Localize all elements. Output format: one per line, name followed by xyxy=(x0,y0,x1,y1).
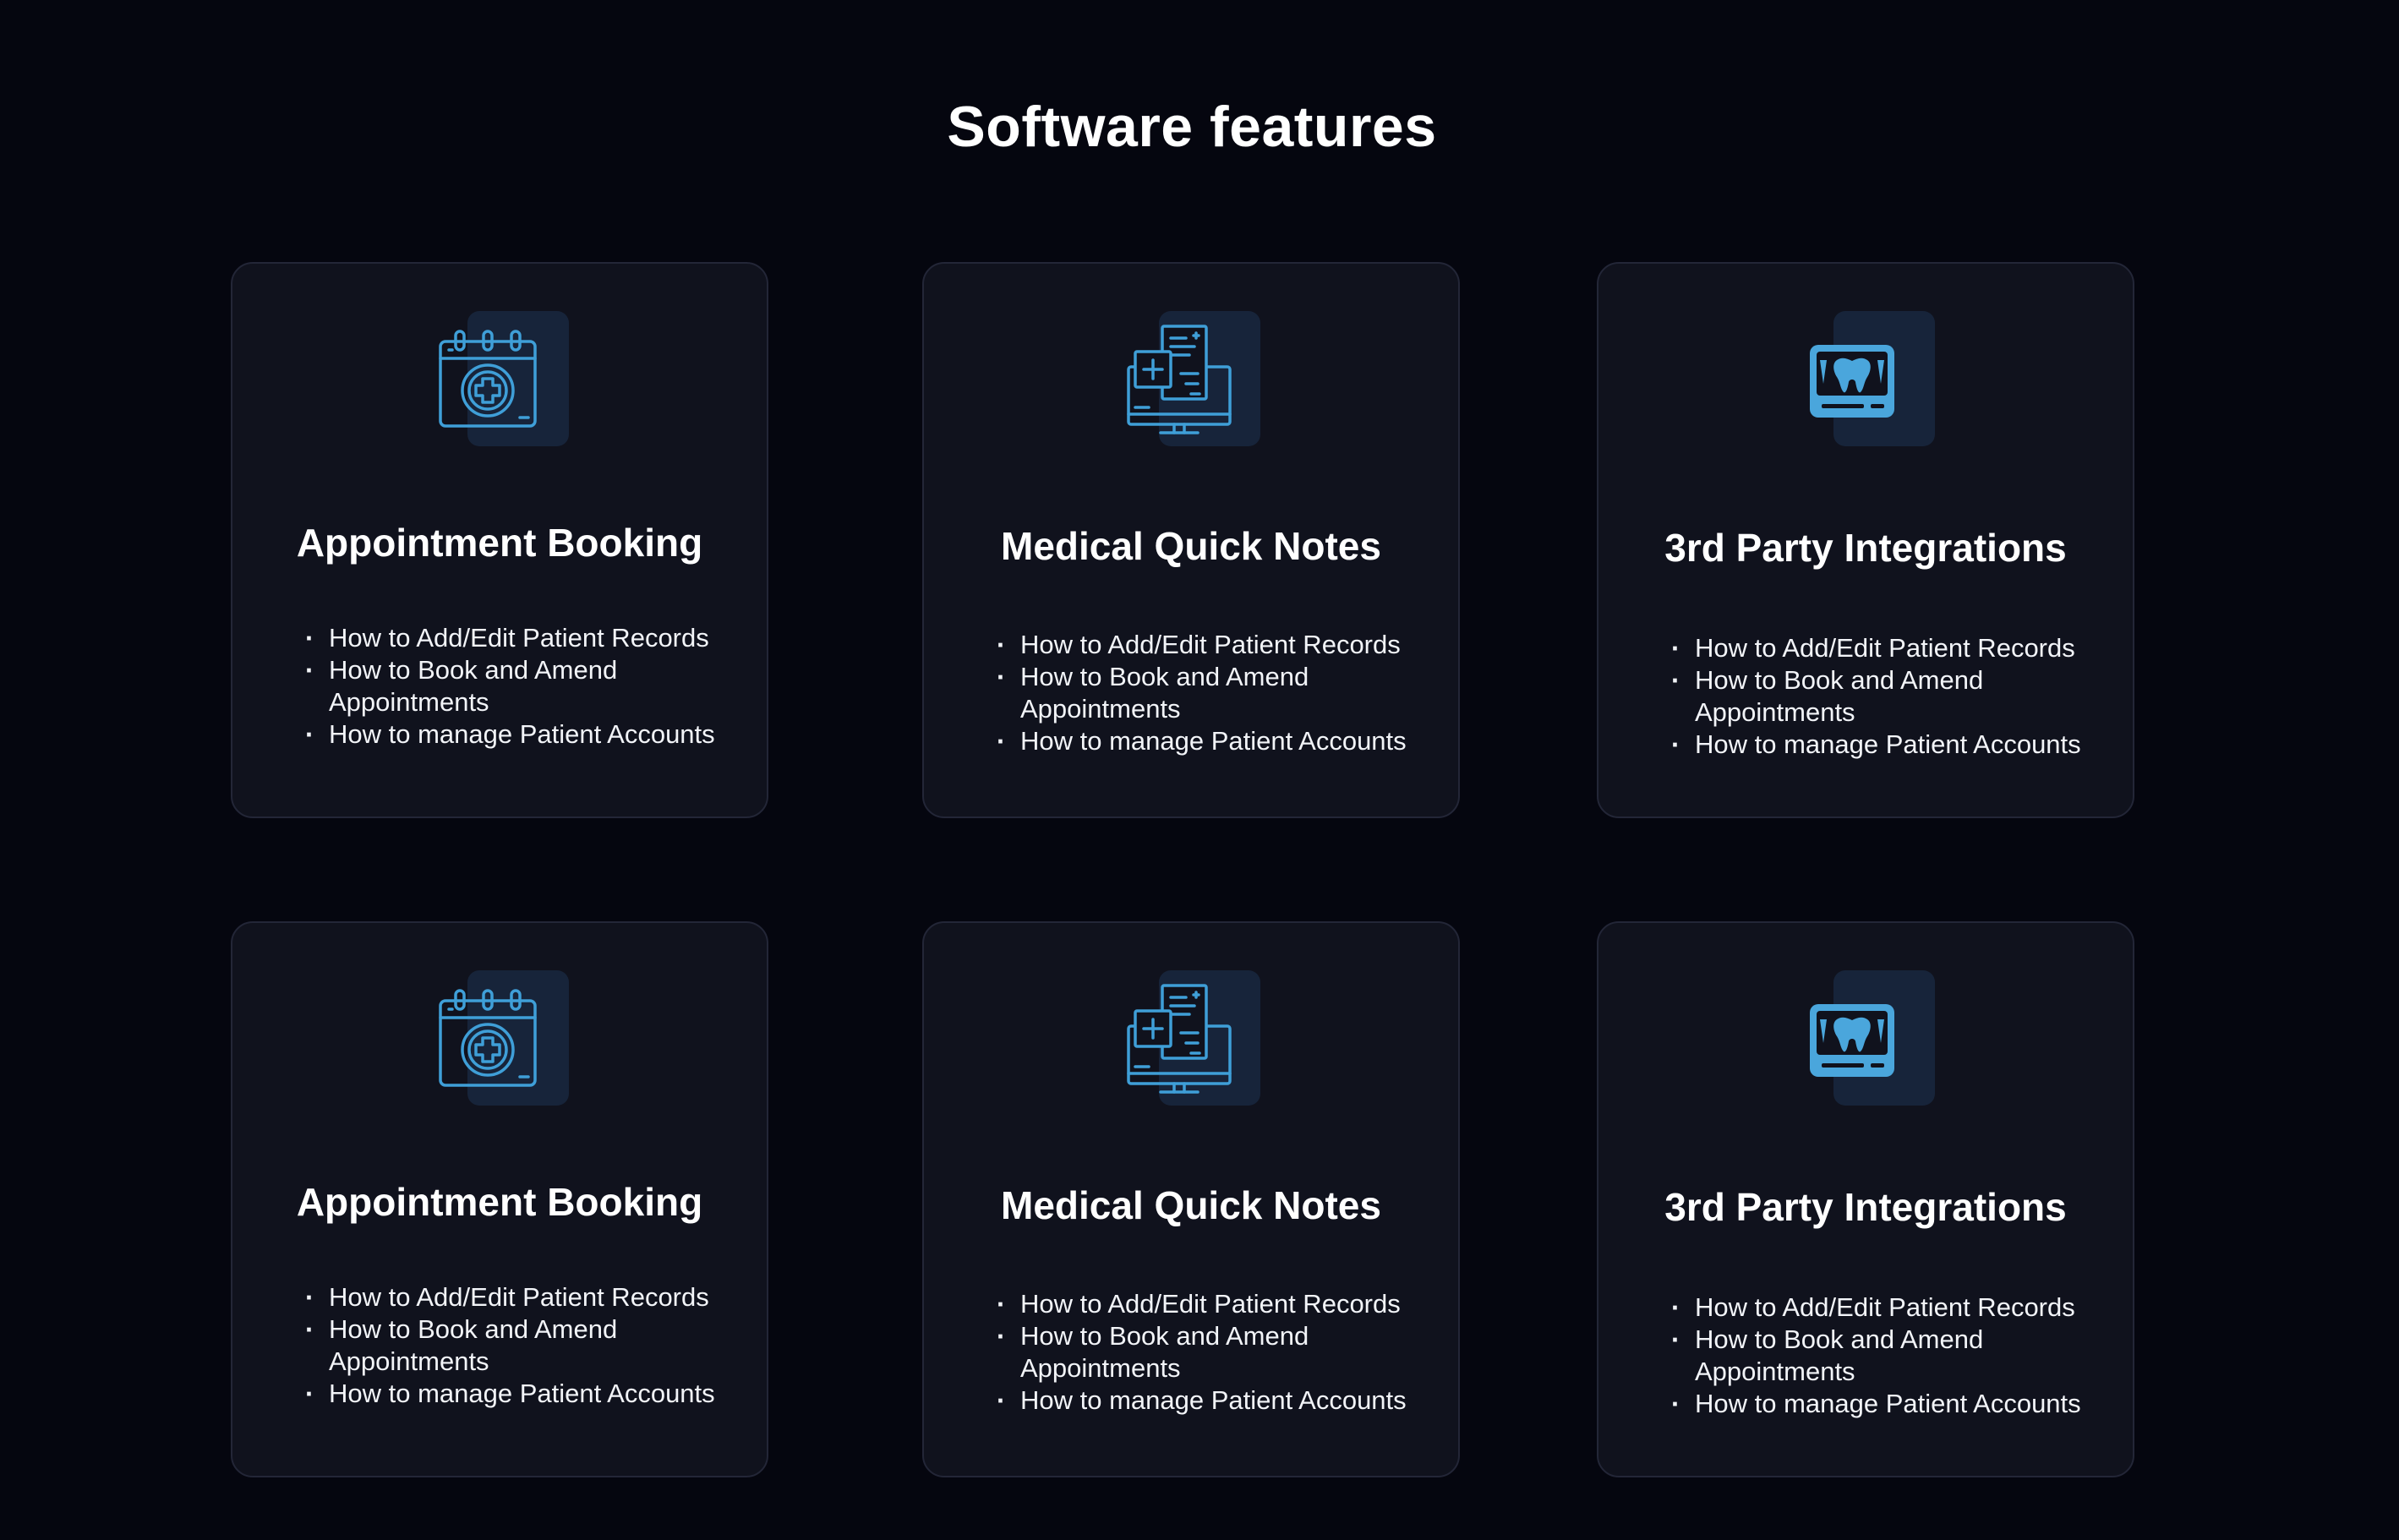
feature-list: How to Add/Edit Patient Records How to B… xyxy=(997,1288,1436,1417)
card-title: Appointment Booking xyxy=(296,1180,703,1224)
list-item: How to manage Patient Accounts xyxy=(305,1378,745,1410)
card-icon-container xyxy=(432,970,571,1109)
list-item: How to Book and Amend Appointments xyxy=(1671,664,2111,729)
medical-notes-monitor-icon xyxy=(1127,325,1232,434)
feature-card-3rd-party-integrations[interactable]: 3rd Party Integrations How to Add/Edit P… xyxy=(1597,921,2134,1477)
list-item: How to Book and Amend Appointments xyxy=(1671,1324,2111,1388)
feature-card-medical-quick-notes[interactable]: Medical Quick Notes How to Add/Edit Pati… xyxy=(922,262,1460,818)
list-item: How to manage Patient Accounts xyxy=(1671,1388,2111,1420)
feature-list: How to Add/Edit Patient Records How to B… xyxy=(1671,632,2111,761)
list-item: How to manage Patient Accounts xyxy=(997,1384,1436,1417)
card-icon-container xyxy=(1123,970,1262,1109)
card-icon-container xyxy=(1123,311,1262,450)
feature-list: How to Add/Edit Patient Records How to B… xyxy=(1671,1292,2111,1420)
list-item: How to Add/Edit Patient Records xyxy=(1671,1292,2111,1324)
card-title: Appointment Booking xyxy=(296,521,703,565)
feature-card-appointment-booking[interactable]: Appointment Booking How to Add/Edit Pati… xyxy=(231,921,768,1477)
card-title: 3rd Party Integrations xyxy=(1664,1185,2067,1229)
list-item: How to Add/Edit Patient Records xyxy=(997,629,1436,661)
list-item: How to Add/Edit Patient Records xyxy=(305,622,745,654)
page-title: Software features xyxy=(947,95,1437,159)
card-icon-container xyxy=(432,311,571,450)
list-item: How to Book and Amend Appointments xyxy=(997,1320,1436,1384)
feature-card-3rd-party-integrations[interactable]: 3rd Party Integrations How to Add/Edit P… xyxy=(1597,262,2134,818)
list-item: How to Add/Edit Patient Records xyxy=(305,1281,745,1313)
dental-xray-icon xyxy=(1810,345,1894,418)
list-item: How to Book and Amend Appointments xyxy=(305,654,745,718)
dental-xray-icon xyxy=(1810,1004,1894,1077)
feature-list: How to Add/Edit Patient Records How to B… xyxy=(305,622,745,751)
feature-card-medical-quick-notes[interactable]: Medical Quick Notes How to Add/Edit Pati… xyxy=(922,921,1460,1477)
card-icon-container xyxy=(1798,970,1937,1109)
card-title: Medical Quick Notes xyxy=(1001,1183,1381,1227)
calendar-medical-icon xyxy=(439,330,537,428)
card-title: Medical Quick Notes xyxy=(1001,524,1381,568)
list-item: How to manage Patient Accounts xyxy=(997,725,1436,757)
card-icon-container xyxy=(1798,311,1937,450)
list-item: How to Book and Amend Appointments xyxy=(305,1313,745,1378)
list-item: How to manage Patient Accounts xyxy=(1671,729,2111,761)
card-title: 3rd Party Integrations xyxy=(1664,526,2067,570)
medical-notes-monitor-icon xyxy=(1127,984,1232,1094)
list-item: How to Add/Edit Patient Records xyxy=(997,1288,1436,1320)
feature-list: How to Add/Edit Patient Records How to B… xyxy=(305,1281,745,1410)
feature-list: How to Add/Edit Patient Records How to B… xyxy=(997,629,1436,757)
list-item: How to Add/Edit Patient Records xyxy=(1671,632,2111,664)
list-item: How to Book and Amend Appointments xyxy=(997,661,1436,725)
list-item: How to manage Patient Accounts xyxy=(305,718,745,751)
feature-card-appointment-booking[interactable]: Appointment Booking How to Add/Edit Pati… xyxy=(231,262,768,818)
calendar-medical-icon xyxy=(439,989,537,1087)
